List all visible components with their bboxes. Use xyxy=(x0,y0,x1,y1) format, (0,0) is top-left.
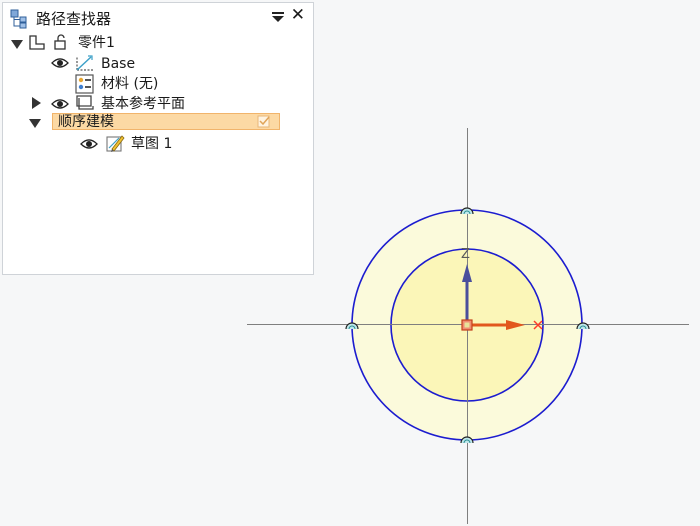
ref-plane-icon xyxy=(76,95,94,110)
tree-item-seq-modeling[interactable]: 顺序建模 xyxy=(52,113,280,130)
dropdown-menu-icon[interactable] xyxy=(271,10,285,24)
tree-hierarchy-icon xyxy=(10,9,27,29)
part-icon xyxy=(29,35,45,50)
panel-title: 路径查找器 xyxy=(36,10,112,28)
expand-part-toggle[interactable] xyxy=(11,40,23,49)
handle-top[interactable] xyxy=(460,207,474,215)
checkbox-icon[interactable] xyxy=(257,115,271,128)
sketch-icon xyxy=(106,135,125,152)
coordinate-system-icon xyxy=(76,55,93,71)
tree-item-material[interactable]: 材料 (无) xyxy=(101,75,158,93)
expand-seq-modeling-toggle[interactable] xyxy=(29,119,41,128)
tree-item-part[interactable]: 零件1 xyxy=(78,34,115,52)
origin-marker[interactable] xyxy=(461,319,473,331)
tree-item-base[interactable]: Base xyxy=(101,55,135,73)
pathfinder-panel: 路径查找器 ✕ 零件1 Base 材料 (无) 基本参考平面 顺序建模 草图 1 xyxy=(2,2,314,275)
unlock-icon[interactable] xyxy=(53,34,69,51)
tree-item-ref-planes[interactable]: 基本参考平面 xyxy=(101,95,185,113)
panel-header: 路径查找器 ✕ xyxy=(3,3,313,31)
eye-icon[interactable] xyxy=(80,138,98,150)
expand-ref-planes-toggle[interactable] xyxy=(32,97,41,109)
eye-icon[interactable] xyxy=(51,57,69,69)
eye-icon[interactable] xyxy=(51,98,69,110)
tree-item-sketch[interactable]: 草图 1 xyxy=(131,135,172,153)
material-icon xyxy=(75,74,94,94)
seq-modeling-label: 顺序建模 xyxy=(58,114,114,130)
close-icon[interactable]: ✕ xyxy=(291,6,305,24)
